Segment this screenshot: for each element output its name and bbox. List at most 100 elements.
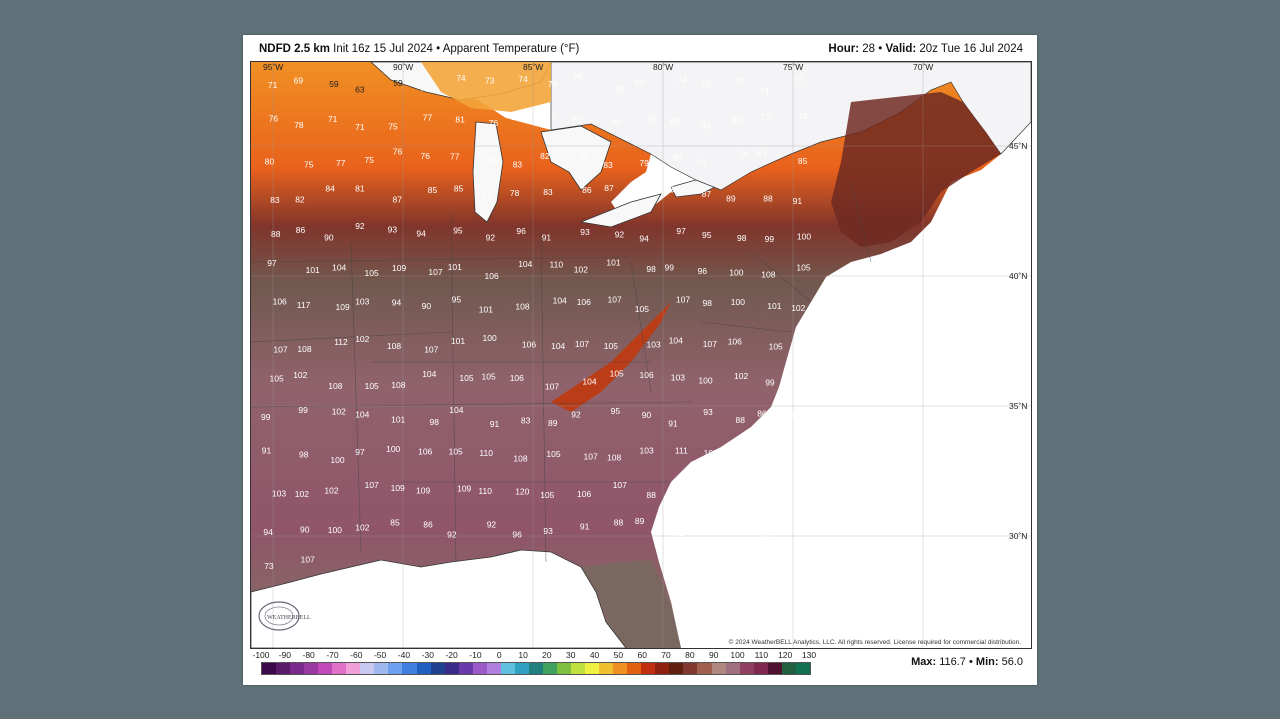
temperature-value: 90 (769, 485, 779, 495)
header-left: NDFD 2.5 km Init 16z 15 Jul 2024 • Appar… (259, 43, 579, 55)
temperature-value: 92 (487, 520, 497, 530)
temperature-value: 88 (614, 517, 624, 527)
temperature-value: 79 (646, 114, 656, 124)
colorbar-swatch (276, 663, 291, 674)
temperature-value: 91 (793, 196, 803, 206)
temperature-value: 88 (736, 415, 746, 425)
temperature-value: 99 (665, 262, 675, 272)
temperature-value: 92 (675, 528, 685, 538)
temperature-value: 83 (699, 484, 709, 494)
temperature-value: 91 (490, 419, 500, 429)
colorbar-tick: -40 (397, 650, 411, 660)
longitude-label: 90˚W (393, 62, 413, 72)
temperature-value: 100 (483, 333, 497, 343)
colorbar-tick: 110 (754, 650, 769, 660)
temperature-value: 107 (424, 345, 438, 355)
temperature-value: 77 (450, 152, 460, 162)
temperature-value: 85 (670, 185, 680, 195)
temperature-value: 112 (334, 337, 348, 347)
temperature-value: 104 (355, 409, 369, 419)
colorbar-tick: -50 (373, 650, 387, 660)
temperature-value: 93 (580, 227, 590, 237)
temperature-value: 94 (639, 234, 649, 244)
temperature-value: 99 (298, 405, 308, 415)
temperature-value: 109 (457, 484, 471, 494)
temperature-value: 74 (456, 73, 466, 83)
colorbar-tick: -20 (445, 650, 458, 660)
temperature-value: 106 (485, 271, 499, 281)
temperature-value: 80 (265, 157, 275, 167)
temperature-value: 93 (388, 224, 398, 234)
temperature-value: 83 (513, 159, 523, 169)
colorbar-tick: 120 (778, 650, 793, 660)
temperature-value: 76 (421, 151, 431, 161)
temperature-value: 78 (510, 188, 520, 198)
temperature-value: 101 (391, 414, 405, 424)
temperature-value: 107 (273, 344, 287, 354)
temperature-value: 93 (703, 407, 713, 417)
temperature-value: 86 (757, 408, 767, 418)
temperature-value: 89 (548, 418, 558, 428)
temperature-value: 82 (579, 152, 589, 162)
temperature-value: 75 (388, 121, 398, 131)
colorbar-swatch (374, 663, 389, 674)
temperature-value: 106 (728, 337, 742, 347)
temperature-value: 105 (635, 304, 649, 314)
temperature-value: 90 (300, 524, 310, 534)
temperature-value: 85 (454, 184, 464, 194)
colorbar-swatch (528, 663, 543, 674)
colorbar-tick: 90 (708, 650, 719, 660)
temperature-value: 100 (698, 375, 712, 385)
temperature-value: 107 (545, 382, 559, 392)
temperature-value: 110 (550, 259, 564, 269)
temperature-value: 99 (261, 412, 271, 422)
latitude-label: 40˚N (1009, 271, 1027, 281)
temperature-value: 92 (790, 410, 800, 420)
header-right: Hour: 28 • Valid: 20z Tue 16 Jul 2024 (828, 43, 1023, 55)
temperature-value: 93 (543, 526, 553, 536)
colorbar-tick: 100 (730, 650, 745, 660)
colorbar-swatch (781, 663, 796, 674)
temperature-value: 94 (416, 228, 426, 238)
colorbar-tick: -10 (469, 650, 482, 660)
temperature-value: 83 (704, 516, 714, 526)
valid-value: 20z Tue 16 Jul 2024 (919, 43, 1023, 55)
colorbar-swatch (514, 663, 529, 674)
colorbar-swatch (725, 663, 740, 674)
temperature-value: 98 (299, 450, 309, 460)
colorbar-swatch (262, 663, 277, 674)
temperature-value: 104 (669, 336, 683, 346)
temperature-value: 71 (268, 80, 278, 90)
temperature-value: 102 (734, 371, 748, 381)
temperature-value: 74 (677, 75, 687, 85)
temperature-value: 76 (489, 118, 499, 128)
copyright-notice: © 2024 WeatherBELL Analytics, LLC. All r… (728, 639, 1021, 646)
latitude-labels: 45˚N 40˚N 35˚N 30˚N (1009, 141, 1027, 541)
longitude-label: 75˚W (783, 62, 803, 72)
temperature-value: 103 (640, 446, 654, 456)
temperature-value: 75 (735, 76, 745, 86)
temperature-value: 110 (478, 486, 492, 496)
colorbar: -100 -90 -80 -70 -60 -50 -40 -30 -20 -10 0 10 20 30 40… (252, 650, 821, 680)
temperature-value: 85 (390, 517, 400, 527)
temperature-value: 88 (647, 490, 657, 500)
temperature-value: 82 (701, 121, 711, 131)
temperature-value: 95 (453, 225, 463, 235)
temperature-value: 104 (422, 369, 436, 379)
temperature-value: 77 (761, 112, 771, 122)
temperature-value: 72 (420, 83, 430, 93)
temperature-value: 101 (448, 262, 462, 272)
temperature-value: 106 (640, 370, 654, 380)
temperature-value: 81 (732, 115, 742, 125)
temperature-value: 59 (393, 78, 403, 88)
temperature-value: 107 (301, 555, 315, 565)
colorbar-tick: 60 (637, 650, 647, 660)
temperature-value: 97 (355, 447, 365, 457)
temperature-value: 101 (306, 265, 320, 275)
colorbar-swatch (486, 663, 501, 674)
colorbar-tick: 130 (801, 650, 817, 660)
colorbar-swatch (290, 663, 305, 674)
temperature-value: 92 (615, 230, 625, 240)
temperature-value: 83 (521, 416, 531, 426)
temperature-value: 74 (759, 86, 769, 96)
